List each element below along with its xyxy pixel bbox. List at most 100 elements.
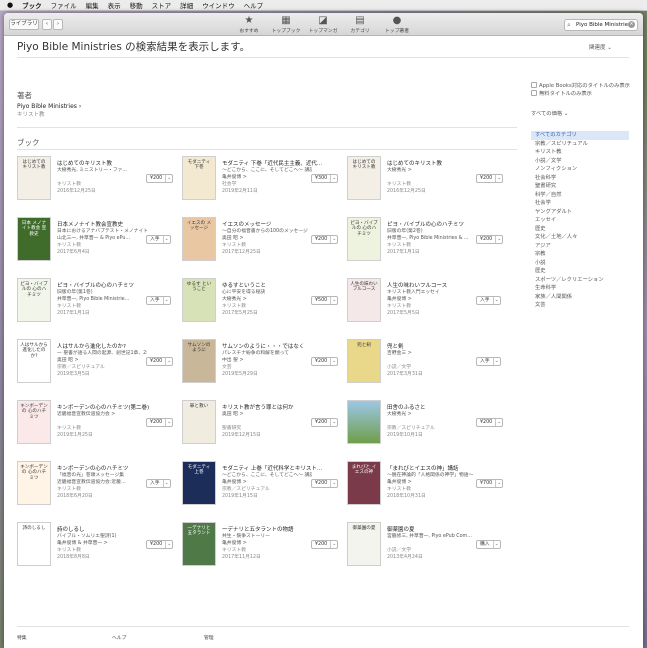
book-cover[interactable]: 兜と剣	[347, 339, 381, 383]
book-item[interactable]: 兜と剣 兜と剣 吉野金三 > 小説／文学 2017年3月31日 入手 ⌄	[347, 339, 511, 395]
chevron-down-icon[interactable]: ⌄	[495, 175, 502, 182]
footer-manage[interactable]: 管理	[204, 634, 214, 641]
chevron-down-icon[interactable]: ⌄	[165, 175, 172, 182]
category-item[interactable]: 文化／土地／人々	[531, 233, 629, 242]
book-cover[interactable]: 日本 メノナイト教会 宣教史	[17, 217, 51, 261]
price-button[interactable]: ¥200 ⌄	[311, 540, 339, 549]
book-cover[interactable]	[347, 400, 381, 444]
book-item[interactable]: ゆるす ということ ゆるすということ 心に平安を得る秘訣 大樹秀光 > キリスト教 201…	[182, 278, 346, 334]
footer-help[interactable]: ヘルプ	[112, 634, 126, 641]
chevron-down-icon[interactable]: ⌄	[330, 480, 337, 487]
price-button[interactable]: 入手 ⌄	[146, 296, 171, 305]
book-cover[interactable]: キンボーデンの 心のハチミツ	[17, 400, 51, 444]
book-author[interactable]: 亀井俊博 & 井草晋一 >	[57, 539, 149, 546]
apple-books-only-checkbox[interactable]: Apple Books対応のタイトルのみ表示	[531, 81, 630, 89]
category-item[interactable]: キリスト教	[531, 148, 629, 157]
book-item[interactable]: 一デナリと 五タラント 一デナリと五タラントの物語 共生・競争ストーリー 亀井俊博 >…	[182, 522, 346, 578]
book-item[interactable]: キンボーデンの 心のハチミツ キンボーデンの心のハチミツ 「福音の光」巻頭メッセージ…	[17, 461, 181, 517]
book-author[interactable]: 井草晋一, Piyo Bible Ministries & …	[387, 234, 479, 241]
category-item[interactable]: ノンフィクション	[531, 165, 629, 174]
book-cover[interactable]: はじめての キリスト教	[17, 156, 51, 200]
book-author[interactable]: 亀井俊博 >	[222, 539, 314, 546]
book-cover[interactable]: 人生の味わい フルコース	[347, 278, 381, 322]
book-item[interactable]: はじめての キリスト教 はじめてのキリスト教 大樹秀光 > キリスト教 2016年12月…	[347, 156, 511, 212]
price-button[interactable]: ¥200 ⌄	[311, 418, 339, 427]
category-item[interactable]: すべてのカテゴリ	[531, 131, 629, 140]
price-button[interactable]: ¥200 ⌄	[146, 418, 174, 427]
apple-menu-icon[interactable]: ●	[7, 1, 13, 9]
price-filter-dropdown[interactable]: すべての価格 ⌄	[531, 109, 568, 117]
book-cover[interactable]: 御薬園の夏	[347, 522, 381, 566]
book-author[interactable]: 近畿福音宣教伝道協力会:近畿…	[57, 478, 149, 485]
book-author[interactable]: 中出 聖 >	[222, 356, 314, 363]
category-item[interactable]: 文芸	[531, 301, 629, 310]
book-item[interactable]: サムソンの ように サムソンのように・・・ではなく パレスチナ紛争の和解を願って 中出…	[182, 339, 346, 395]
chevron-down-icon[interactable]: ⌄	[492, 541, 500, 548]
price-button[interactable]: 入手 ⌄	[476, 296, 501, 305]
book-author[interactable]: 井草晋一, Piyo Bible Ministrie…	[57, 295, 149, 302]
tab-categories[interactable]: ▤ カテゴリ	[343, 14, 377, 34]
category-item[interactable]: 生命科学	[531, 284, 629, 293]
book-cover[interactable]: モダニティ 下巻	[182, 156, 216, 200]
chevron-down-icon[interactable]: ⌄	[165, 419, 172, 426]
category-item[interactable]: 小説	[531, 259, 629, 268]
chevron-down-icon[interactable]: ⌄	[495, 419, 502, 426]
price-button[interactable]: ¥200 ⌄	[146, 540, 174, 549]
chevron-down-icon[interactable]: ⌄	[330, 419, 337, 426]
free-only-checkbox[interactable]: 無料タイトルのみ表示	[531, 89, 592, 97]
book-cover[interactable]: 詩のしるし	[17, 522, 51, 566]
book-author[interactable]: 亀井俊博 >	[222, 173, 314, 180]
category-item[interactable]: 宗教	[531, 250, 629, 259]
book-item[interactable]: 罪と救い キリスト教が言う罪とは何か 奥田 昭 > 聖書研究 2019年12月15日 ¥2…	[182, 400, 346, 456]
chevron-down-icon[interactable]: ⌄	[495, 236, 502, 243]
menu-store[interactable]: ストア	[152, 0, 172, 10]
search-input[interactable]: Piyo Bible Ministries	[576, 22, 631, 28]
book-item[interactable]: 日本 メノナイト教会 宣教史 日本メノナイト教会宣教史 日本におけるアナバプテスト・…	[17, 217, 181, 273]
book-item[interactable]: 人生の味わい フルコース 人生の味わいフルコース キリスト教入門エッセイ 亀井俊博 >…	[347, 278, 511, 334]
menu-go[interactable]: 移動	[130, 0, 143, 10]
category-item[interactable]: 聖書研究	[531, 182, 629, 191]
category-item[interactable]: エッセイ	[531, 216, 629, 225]
chevron-down-icon[interactable]: ⌄	[330, 358, 337, 365]
price-button[interactable]: ¥200 ⌄	[146, 357, 174, 366]
chevron-down-icon[interactable]: ⌄	[330, 297, 337, 304]
book-item[interactable]: 御薬園の夏 御薬園の夏 宮脇修三, 井草晋一, Piyo ePub Com… 小説／文…	[347, 522, 511, 578]
price-button[interactable]: ¥200 ⌄	[311, 357, 339, 366]
book-item[interactable]: ピヨ・バイブルの 心のハチミツ ピヨ・バイブルの心のハチミツ 旧版の年(第1巻) 井草…	[17, 278, 181, 334]
tab-top-authors[interactable]: ● トップ著者	[380, 14, 414, 34]
book-author[interactable]: 亀井俊博 >	[387, 295, 479, 302]
category-item[interactable]: 家族／人間関係	[531, 293, 629, 302]
category-item[interactable]: スポーツ／レクリエーション	[531, 276, 629, 285]
sort-dropdown[interactable]: 関連度 ⌄	[589, 43, 612, 51]
price-button[interactable]: 入手 ⌄	[146, 479, 171, 488]
book-item[interactable]: イエスの メッセージ イエスのメッセージ 〜自分の福音書からの100のメッセージ 奥田…	[182, 217, 346, 273]
clear-search-icon[interactable]: ×	[628, 21, 635, 28]
price-button[interactable]: ¥200 ⌄	[311, 235, 339, 244]
menu-app-name[interactable]: ブック	[22, 0, 42, 10]
price-button[interactable]: ¥200 ⌄	[476, 418, 504, 427]
book-cover[interactable]: イエスの メッセージ	[182, 217, 216, 261]
chevron-down-icon[interactable]: ⌄	[162, 297, 170, 304]
book-item[interactable]: モダニティ 上巻 モダニティ 上巻「近代科学とキリスト… 〜どこから、ここに、そして…	[182, 461, 346, 517]
back-button[interactable]: ‹	[42, 19, 52, 30]
price-button[interactable]: ¥500 ⌄	[311, 296, 339, 305]
chevron-down-icon[interactable]: ⌄	[330, 175, 337, 182]
chevron-down-icon[interactable]: ⌄	[330, 236, 337, 243]
category-item[interactable]: 社会学	[531, 199, 629, 208]
category-item[interactable]: ヤングアダルト	[531, 208, 629, 217]
footer-featured[interactable]: 特集	[17, 634, 27, 641]
price-button[interactable]: 入手 ⌄	[146, 235, 171, 244]
book-item[interactable]: 人はサルから 進化したのか? 人はサルから進化したのか? — 聖書が語る人間の起源、…	[17, 339, 181, 395]
forward-button[interactable]: ›	[53, 19, 63, 30]
book-cover[interactable]: モダニティ 上巻	[182, 461, 216, 505]
book-author[interactable]: 亀井俊博 >	[387, 478, 479, 485]
book-item[interactable]: 田舎のふるさと 大樹秀光 > 宗教／スピリチュアル 2019年10月1日 ¥200 ⌄	[347, 400, 511, 456]
chevron-down-icon[interactable]: ⌄	[165, 541, 172, 548]
chevron-down-icon[interactable]: ⌄	[165, 358, 172, 365]
category-item[interactable]: 社会科学	[531, 174, 629, 183]
menu-help[interactable]: ヘルプ	[244, 0, 264, 10]
price-button[interactable]: ¥300 ⌄	[311, 174, 339, 183]
category-item[interactable]: 小説／文学	[531, 157, 629, 166]
price-button[interactable]: ¥200 ⌄	[311, 479, 339, 488]
book-cover[interactable]: ピヨ・バイブルの 心のハチミツ	[17, 278, 51, 322]
